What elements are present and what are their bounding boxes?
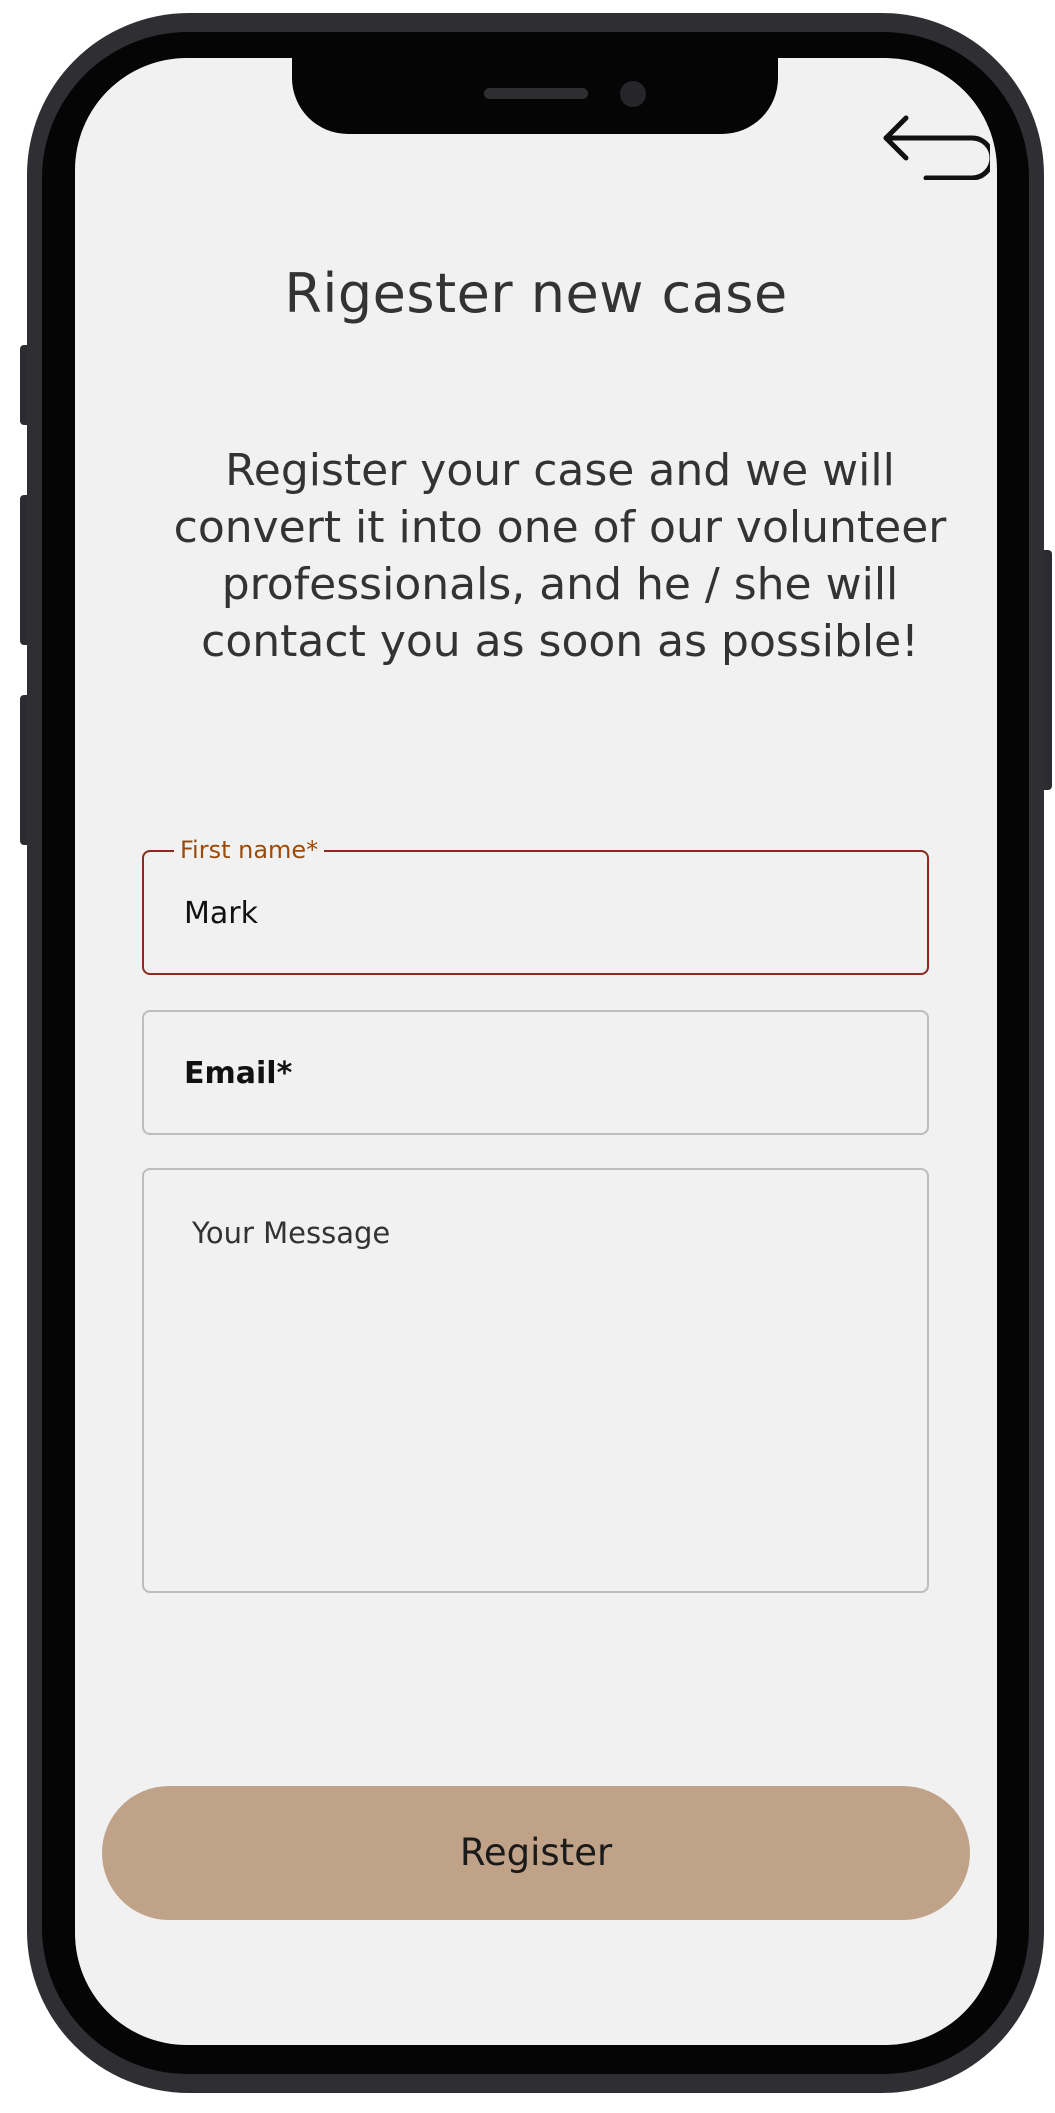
intro-line: contact you as soon as possible! bbox=[201, 616, 919, 667]
first-name-label: First name* bbox=[174, 836, 325, 864]
intro-line: Register your case and we will bbox=[225, 445, 895, 496]
intro-line: professionals, and he / she will bbox=[221, 559, 899, 610]
first-name-field[interactable]: First name* Mark bbox=[142, 836, 929, 975]
register-button[interactable]: Register bbox=[102, 1786, 970, 1920]
intro-text: Register your case and we will convert i… bbox=[130, 442, 990, 670]
device-mockup: Rigester new case Register your case and… bbox=[0, 0, 1055, 2113]
email-placeholder: Email* bbox=[184, 1056, 293, 1091]
message-textarea[interactable]: Your Message bbox=[142, 1168, 929, 1593]
front-camera bbox=[620, 81, 646, 107]
email-field[interactable]: Email* bbox=[142, 1010, 929, 1135]
first-name-value: Mark bbox=[184, 896, 258, 931]
back-arrow-icon[interactable] bbox=[880, 110, 995, 181]
page-title: Rigester new case bbox=[284, 262, 788, 325]
earpiece-speaker bbox=[484, 88, 588, 99]
intro-line: convert it into one of our volunteer bbox=[173, 502, 947, 553]
message-placeholder: Your Message bbox=[192, 1216, 391, 1250]
